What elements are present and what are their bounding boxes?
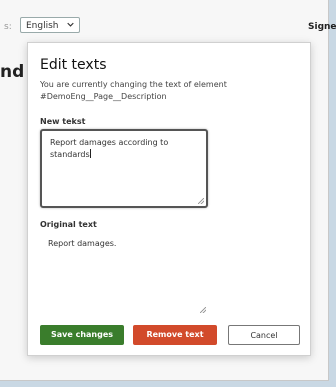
original-text-label: Original text [40,220,97,229]
header-left-fragment: s: [4,22,12,32]
cancel-button[interactable]: Cancel [228,325,300,345]
header-sign-fragment[interactable]: Signe [308,22,336,32]
new-text-value: Report damages according to standards [50,138,169,159]
edit-texts-dialog: Edit texts You are currently changing th… [27,42,311,356]
new-text-textarea[interactable]: Report damages according to standards [40,129,208,208]
remove-text-button[interactable]: Remove text [133,325,217,345]
new-text-label: New tekst [40,117,86,126]
language-select-value: English [26,21,59,31]
resize-handle-icon [200,307,206,313]
original-text-value: Report damages. [48,239,117,248]
original-text-area: Report damages. [40,233,208,315]
dialog-title: Edit texts [40,57,107,73]
resize-handle-icon[interactable] [198,198,204,204]
language-select[interactable]: English [20,17,80,33]
background-heading-fragment: nd [0,62,25,82]
dialog-description: You are currently changing the text of e… [40,80,227,101]
save-changes-button[interactable]: Save changes [40,325,124,345]
text-caret [89,149,91,158]
chevron-down-icon [67,18,74,34]
